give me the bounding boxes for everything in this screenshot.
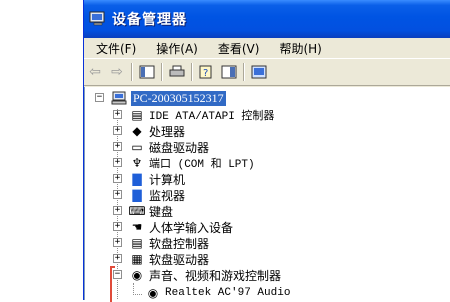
hid-icon: ☚ (131, 220, 143, 234)
tree-item-disk[interactable]: + ▭ 磁盘驱动器 (113, 139, 209, 155)
tree-item-hid[interactable]: + ☚ 人体学输入设备 (113, 219, 233, 235)
expand-icon[interactable]: + (113, 206, 122, 215)
device-manager-window: 设备管理器 文件(F) 操作(A) 查看(V) 帮助(H) ⇦ ⇨ ? − PC… (83, 0, 450, 300)
device-tree: − PC-200305152317 + ▤ IDE ATA/ATAPI 控制器 … (84, 87, 450, 300)
disk-drive-icon: ▭ (131, 140, 143, 154)
menu-view[interactable]: 查看(V) (205, 40, 267, 57)
audio-device-icon: ◉ (147, 286, 159, 300)
tree-connector (133, 294, 142, 295)
monitor-icon: ▇ (132, 188, 142, 202)
menu-action[interactable]: 操作(A) (143, 40, 205, 57)
sound-icon: ◉ (131, 268, 143, 282)
title-bar[interactable]: 设备管理器 (84, 0, 450, 38)
menu-help[interactable]: 帮助(H) (266, 40, 328, 57)
tree-item-keyboard[interactable]: + ⌨ 键盘 (113, 203, 173, 219)
expand-icon[interactable]: + (113, 238, 122, 247)
tree-item-computer[interactable]: + ▇ 计算机 (113, 171, 185, 187)
expand-icon[interactable]: + (113, 254, 122, 263)
svg-text:?: ? (203, 68, 208, 79)
toolbar-separator (243, 63, 245, 81)
tree-item-label: Realtek AC'97 Audio (165, 287, 291, 299)
tree-item-label: 软盘驱动器 (149, 252, 210, 267)
tree-item-ide[interactable]: + ▤ IDE ATA/ATAPI 控制器 (113, 107, 274, 123)
forward-icon[interactable]: ⇨ (106, 61, 128, 83)
tree-item-floppy-controller[interactable]: + ▤ 软盘控制器 (113, 235, 209, 251)
help-icon[interactable]: ? (196, 61, 218, 83)
port-icon: ♆ (131, 156, 143, 170)
menu-bar: 文件(F) 操作(A) 查看(V) 帮助(H) (84, 38, 450, 58)
scan-hardware-icon[interactable] (248, 61, 270, 83)
tree-item-floppy-drive[interactable]: + ▦ 软盘驱动器 (113, 251, 209, 267)
properties-pane-icon[interactable] (136, 61, 158, 83)
collapse-icon[interactable]: − (95, 93, 104, 102)
expand-icon[interactable]: + (113, 158, 122, 167)
toolbar: ⇦ ⇨ ? (84, 58, 450, 86)
keyboard-icon: ⌨ (128, 204, 146, 218)
tree-item-label: 磁盘驱动器 (149, 140, 210, 155)
toolbar-separator (131, 63, 133, 81)
back-icon[interactable]: ⇦ (84, 61, 106, 83)
floppy-drive-icon: ▦ (131, 252, 143, 266)
tree-item-ports[interactable]: + ♆ 端口 (COM 和 LPT) (113, 155, 255, 171)
tree-item-label: IDE ATA/ATAPI 控制器 (149, 111, 275, 123)
tree-item-processor[interactable]: + ◆ 处理器 (113, 123, 185, 139)
floppy-controller-icon: ▤ (131, 236, 143, 250)
tree-item-monitor[interactable]: + ▇ 监视器 (113, 187, 185, 203)
processor-icon: ◆ (132, 124, 142, 138)
expand-icon[interactable]: + (113, 190, 122, 199)
tree-item-label: 声音、视频和游戏控制器 (149, 268, 282, 283)
expand-icon[interactable]: + (113, 174, 122, 183)
expand-icon[interactable]: + (113, 126, 122, 135)
tree-root[interactable]: − PC-200305152317 (95, 90, 226, 106)
tree-item-label: 监视器 (149, 188, 186, 203)
computer-icon: ▇ (132, 172, 142, 186)
computer-root-icon (111, 90, 127, 106)
ide-controller-icon: ▤ (131, 108, 143, 122)
tree-item-label: 键盘 (149, 204, 174, 219)
print-icon[interactable] (166, 61, 188, 83)
expand-icon[interactable]: + (113, 142, 122, 151)
toolbar-separator (161, 63, 163, 81)
menu-file[interactable]: 文件(F) (84, 40, 143, 57)
toolbar-separator (191, 63, 193, 81)
tree-item-label: 处理器 (149, 124, 186, 139)
tree-item-realtek-audio[interactable]: ◉ Realtek AC'97 Audio (145, 285, 291, 301)
expand-icon[interactable]: + (113, 222, 122, 231)
tree-item-label: 计算机 (149, 172, 186, 187)
tree-item-sound[interactable]: − ◉ 声音、视频和游戏控制器 (113, 267, 281, 283)
tree-item-label: 端口 (COM 和 LPT) (149, 159, 255, 171)
window-title: 设备管理器 (112, 12, 187, 28)
view-icon[interactable] (218, 61, 240, 83)
expand-icon[interactable]: + (113, 110, 122, 119)
tree-item-label: 人体学输入设备 (149, 220, 234, 235)
device-manager-icon (89, 11, 107, 27)
root-label: PC-200305152317 (131, 90, 226, 106)
tree-item-label: 软盘控制器 (149, 236, 210, 251)
annotation-highlight (110, 266, 115, 302)
